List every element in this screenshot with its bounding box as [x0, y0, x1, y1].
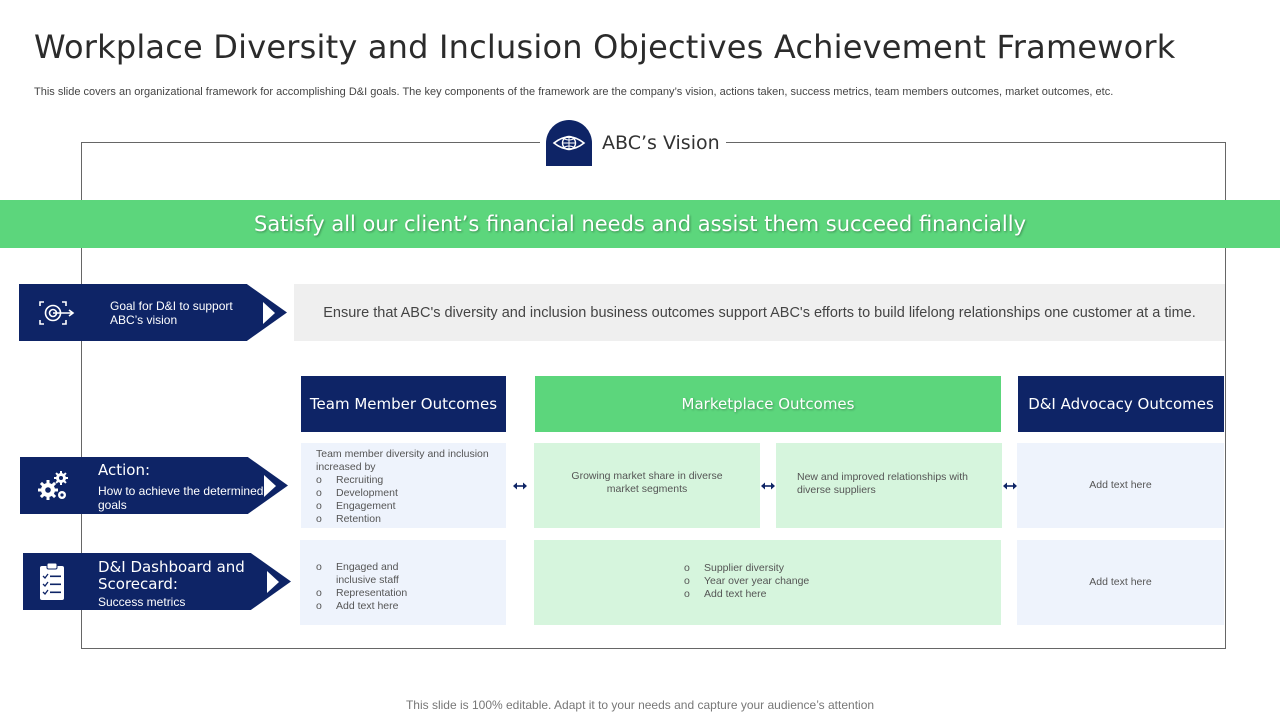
list-item: Supplier diversity: [684, 562, 1001, 575]
action-title: Action:: [98, 461, 151, 479]
list-item: Retention: [316, 513, 496, 526]
list-item: Year over year change: [684, 575, 1001, 588]
column-header-team: Team Member Outcomes: [301, 376, 506, 432]
chevron-right-icon: [264, 474, 276, 497]
market-action-cell-2: New and improved relationships with dive…: [776, 443, 1002, 528]
double-arrow-icon: [761, 482, 775, 490]
double-arrow-icon: [1003, 482, 1017, 490]
dashboard-title: D&I Dashboard and Scorecard:: [98, 558, 245, 593]
list-item: Engagement: [316, 500, 496, 513]
vision-statement: Satisfy all our client’s financial needs…: [253, 212, 1027, 236]
goal-arrow-box: Goal for D&I to support ABC’s vision: [19, 284, 287, 341]
eye-globe-icon: [546, 120, 592, 166]
footer-note: This slide is 100% editable. Adapt it to…: [405, 698, 875, 712]
list-item: Add text here: [684, 588, 1001, 601]
goal-description: Ensure that ABC's diversity and inclusio…: [294, 284, 1225, 341]
double-arrow-icon: [513, 482, 527, 490]
list-item: Add text here: [316, 600, 496, 613]
dni-metrics-cell: Add text here: [1017, 540, 1224, 625]
team-metrics-cell: Engaged and inclusive staff Representati…: [300, 540, 506, 625]
team-action-cell: Team member diversity and inclusion incr…: [301, 443, 506, 528]
vision-banner: Satisfy all our client’s financial needs…: [0, 200, 1280, 248]
clipboard-checklist-icon: [23, 553, 85, 610]
column-header-dni: D&I Advocacy Outcomes: [1018, 376, 1224, 432]
team-action-intro: Team member diversity and inclusion incr…: [316, 448, 489, 473]
chevron-right-icon: [267, 570, 279, 593]
action-arrow-box: Action: How to achieve the determined go…: [20, 457, 288, 514]
chevron-right-icon: [263, 301, 275, 324]
list-item: Development: [316, 487, 496, 500]
market-metrics-cell: Supplier diversity Year over year change…: [534, 540, 1001, 625]
market-action-cell-1: Growing market share in diverse market s…: [534, 443, 760, 528]
vision-header: ABC’s Vision: [540, 118, 726, 168]
list-item: Engaged and inclusive staff: [316, 561, 406, 587]
dashboard-subtitle: Success metrics: [98, 595, 186, 609]
dni-action-cell: Add text here: [1017, 443, 1224, 528]
gears-icon: [20, 457, 86, 514]
page-title: Workplace Diversity and Inclusion Object…: [34, 28, 1176, 66]
goal-label: Goal for D&I to support ABC’s vision: [110, 299, 233, 327]
dashboard-arrow-box: D&I Dashboard and Scorecard: Success met…: [23, 553, 291, 610]
page-subtitle: This slide covers an organizational fram…: [34, 86, 1114, 98]
vision-label: ABC’s Vision: [602, 132, 720, 154]
column-header-market: Marketplace Outcomes: [535, 376, 1001, 432]
list-item: Representation: [316, 587, 496, 600]
list-item: Recruiting: [316, 474, 496, 487]
target-icon: [23, 284, 89, 341]
